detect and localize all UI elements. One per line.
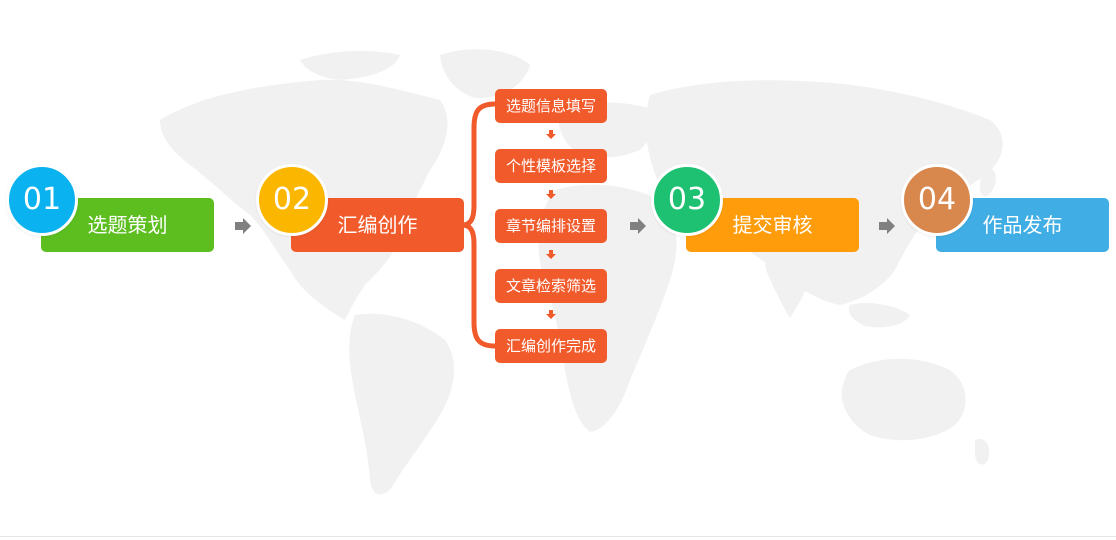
step-03-number: 03 — [651, 164, 723, 236]
step-01-number: 01 — [6, 164, 78, 236]
sub-step-4: 文章检索筛选 — [495, 269, 607, 303]
step-04-number: 04 — [901, 164, 973, 236]
sub-step-2: 个性模板选择 — [495, 149, 607, 183]
arrow-down-icon — [546, 130, 556, 139]
arrow-down-icon — [546, 190, 556, 199]
arrow-right-icon — [235, 218, 251, 234]
arrow-right-icon — [879, 218, 895, 234]
step-02-number: 02 — [256, 164, 328, 236]
arrow-down-icon — [546, 310, 556, 319]
sub-step-1: 选题信息填写 — [495, 89, 607, 123]
arrow-down-icon — [546, 250, 556, 259]
arrow-right-icon — [630, 218, 646, 234]
sub-step-3: 章节编排设置 — [495, 209, 607, 243]
bottom-divider — [0, 536, 1116, 537]
sub-step-5: 汇编创作完成 — [495, 329, 607, 363]
